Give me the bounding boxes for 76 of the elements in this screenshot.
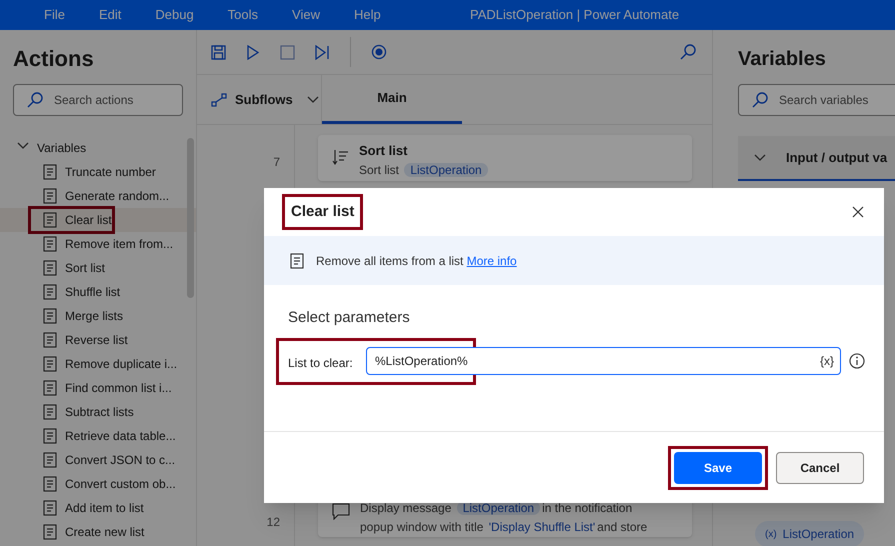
list-icon: [43, 476, 57, 492]
menu-item[interactable]: File: [44, 5, 65, 25]
action-item[interactable]: Add item to list: [0, 496, 196, 520]
chevron-icon: [306, 96, 319, 104]
action-item[interactable]: Merge lists: [0, 304, 196, 328]
dialog-title: Clear list: [282, 194, 364, 230]
section-title: Select parameters: [287, 308, 411, 328]
list-icon: [43, 236, 57, 252]
chevron-icon: [754, 154, 766, 162]
save-icon[interactable]: [211, 44, 226, 60]
search-icon: [752, 92, 768, 108]
info-icon: [849, 353, 865, 369]
search-field[interactable]: Search variables: [738, 84, 895, 116]
list-icon: [43, 428, 57, 444]
action-title: Sort list: [359, 142, 408, 160]
action-item[interactable]: Convert custom ob...: [0, 472, 196, 496]
action-item[interactable]: Reverse list: [0, 328, 196, 352]
variable-icon: (x): [765, 526, 777, 542]
list-icon: [43, 404, 57, 420]
step-icon[interactable]: [315, 44, 330, 60]
action-item[interactable]: Convert JSON to c...: [0, 448, 196, 472]
scrollbar[interactable]: [187, 138, 194, 298]
group-label[interactable]: Variables: [37, 139, 86, 157]
stop-icon[interactable]: [280, 44, 295, 60]
panel-title: Actions: [12, 45, 95, 73]
menu-item[interactable]: Help: [354, 5, 381, 25]
action-item[interactable]: Clear list: [0, 208, 196, 232]
action-item[interactable]: Remove duplicate i...: [0, 352, 196, 376]
action-item[interactable]: Retrieve data table...: [0, 424, 196, 448]
more-info-link[interactable]: More info: [466, 254, 517, 268]
search-icon: [27, 92, 43, 108]
list-input-field[interactable]: %ListOperation% {x}: [366, 347, 841, 375]
menu-item[interactable]: View: [292, 5, 320, 25]
action-description: Sort list ListOperation: [359, 160, 659, 180]
variable-chip[interactable]: (x) ListOperation: [755, 521, 864, 546]
dialog-description: Remove all items from a list More info: [316, 252, 517, 270]
line-number: 12: [266, 514, 280, 531]
play-icon[interactable]: [246, 44, 260, 60]
save-button[interactable]: Save: [674, 452, 762, 484]
search-icon[interactable]: [680, 44, 696, 60]
message-icon: [332, 503, 350, 520]
action-item[interactable]: Find common list i...: [0, 376, 196, 400]
panel-title: Variables: [738, 47, 827, 72]
list-icon: [43, 332, 57, 348]
section-header[interactable]: Input / output va: [738, 136, 895, 181]
list-icon: [43, 212, 57, 228]
window-title: PADListOperation | Power Automate: [470, 6, 680, 24]
list-icon: [43, 308, 57, 324]
subflows-dropdown[interactable]: Subflows: [197, 75, 322, 124]
sort-icon: [332, 149, 349, 165]
action-item[interactable]: Create new list: [0, 520, 196, 544]
list-icon: [43, 524, 57, 540]
line-number: 7: [273, 154, 280, 171]
list-icon: [43, 500, 57, 516]
list-icon: [290, 252, 304, 268]
variable-name: ListOperation: [782, 526, 854, 543]
variable-button[interactable]: {x}: [820, 352, 834, 370]
record-icon[interactable]: [371, 44, 387, 60]
close-icon[interactable]: [852, 206, 864, 218]
action-item[interactable]: Subtract lists: [0, 400, 196, 424]
list-icon: [43, 452, 57, 468]
list-icon: [43, 356, 57, 372]
list-icon: [43, 380, 57, 396]
tab[interactable]: Main: [322, 75, 462, 124]
menu-item[interactable]: Debug: [155, 5, 194, 25]
list-icon: [43, 260, 57, 276]
list-icon: [43, 164, 57, 180]
cancel-button[interactable]: Cancel: [776, 452, 864, 484]
field-label: List to clear:: [288, 355, 353, 372]
menu-item[interactable]: Edit: [98, 5, 122, 25]
menu-item[interactable]: Tools: [228, 5, 258, 25]
list-icon: [43, 188, 57, 204]
subflow-icon: [211, 92, 227, 106]
list-icon: [43, 284, 57, 300]
search-field[interactable]: Search actions: [13, 84, 183, 116]
action-card[interactable]: Sort list Sort list ListOperation: [318, 135, 692, 181]
